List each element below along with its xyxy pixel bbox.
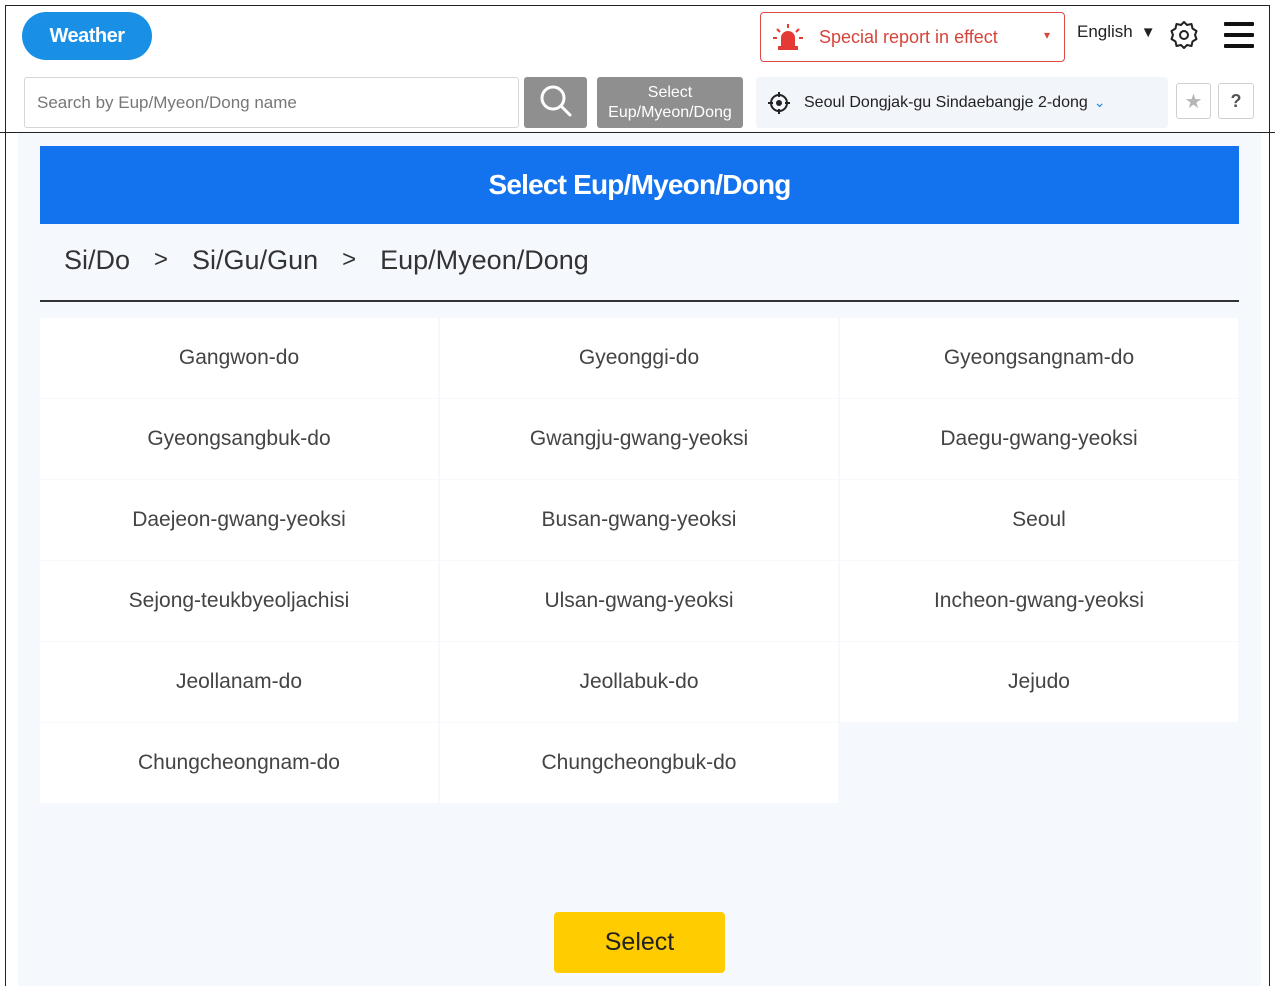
region-option[interactable]: Daejeon-gwang-yeoksi: [40, 480, 438, 560]
dropdown-caret-icon: ▾: [1043, 28, 1050, 42]
weather-logo[interactable]: Weather: [22, 12, 152, 60]
siren-icon: [773, 22, 803, 52]
breadcrumb-si-do[interactable]: Si/Do: [64, 245, 130, 276]
select-eup-myeon-dong-button[interactable]: Select Eup/Myeon/Dong: [597, 77, 743, 128]
search-input[interactable]: [24, 77, 519, 128]
breadcrumb-separator: >: [342, 246, 357, 273]
region-option[interactable]: Gyeongsangbuk-do: [40, 399, 438, 479]
breadcrumb-divider: [40, 300, 1239, 302]
region-option[interactable]: Gangwon-do: [40, 318, 438, 398]
search-button[interactable]: [524, 77, 587, 128]
language-label: English: [1077, 22, 1133, 41]
region-option[interactable]: Chungcheongbuk-do: [440, 723, 838, 803]
breadcrumb-si-gu-gun[interactable]: Si/Gu/Gun: [192, 245, 318, 276]
region-option[interactable]: Ulsan-gwang-yeoksi: [440, 561, 838, 641]
triangle-down-icon: ▼: [1140, 23, 1156, 41]
current-location-label: Seoul Dongjak-gu Sindaebangje 2-dong: [804, 93, 1088, 111]
panel-title: Select Eup/Myeon/Dong: [40, 146, 1239, 224]
location-target-icon: [768, 91, 790, 114]
chevron-down-icon: ⌄: [1093, 94, 1106, 110]
region-option[interactable]: Sejong-teukbyeoljachisi: [40, 561, 438, 641]
special-report-label: Special report in effect: [819, 26, 998, 47]
gear-icon[interactable]: [1168, 19, 1200, 51]
help-button[interactable]: ?: [1218, 83, 1254, 119]
region-option[interactable]: Jeollanam-do: [40, 642, 438, 722]
region-option[interactable]: Jeollabuk-do: [440, 642, 838, 722]
region-option[interactable]: Seoul: [840, 480, 1238, 560]
special-report-dropdown[interactable]: Special report in effect ▾: [760, 12, 1065, 62]
region-option[interactable]: Chungcheongnam-do: [40, 723, 438, 803]
select-emd-label-line2: Eup/Myeon/Dong: [608, 103, 732, 121]
region-option[interactable]: Daegu-gwang-yeoksi: [840, 399, 1238, 479]
select-emd-label-line1: Select: [647, 83, 693, 101]
breadcrumb-eup-myeon-dong[interactable]: Eup/Myeon/Dong: [380, 245, 589, 276]
region-option[interactable]: Gwangju-gwang-yeoksi: [440, 399, 838, 479]
region-option[interactable]: Gyeonggi-do: [440, 318, 838, 398]
breadcrumb: Si/Do > Si/Gu/Gun > Eup/Myeon/Dong: [64, 240, 589, 280]
language-selector[interactable]: English ▼: [1077, 22, 1156, 42]
region-option[interactable]: Jejudo: [840, 642, 1238, 722]
region-option[interactable]: Incheon-gwang-yeoksi: [840, 561, 1238, 641]
menu-icon[interactable]: [1224, 22, 1254, 50]
region-option[interactable]: Gyeongsangnam-do: [840, 318, 1238, 398]
favorite-button[interactable]: ★: [1176, 83, 1211, 119]
star-icon: ★: [1184, 90, 1203, 113]
select-button[interactable]: Select: [554, 912, 725, 973]
search-icon: [538, 83, 574, 122]
breadcrumb-separator: >: [154, 246, 169, 273]
current-location-selector[interactable]: Seoul Dongjak-gu Sindaebangje 2-dong ⌄: [756, 77, 1168, 128]
region-option[interactable]: Busan-gwang-yeoksi: [440, 480, 838, 560]
